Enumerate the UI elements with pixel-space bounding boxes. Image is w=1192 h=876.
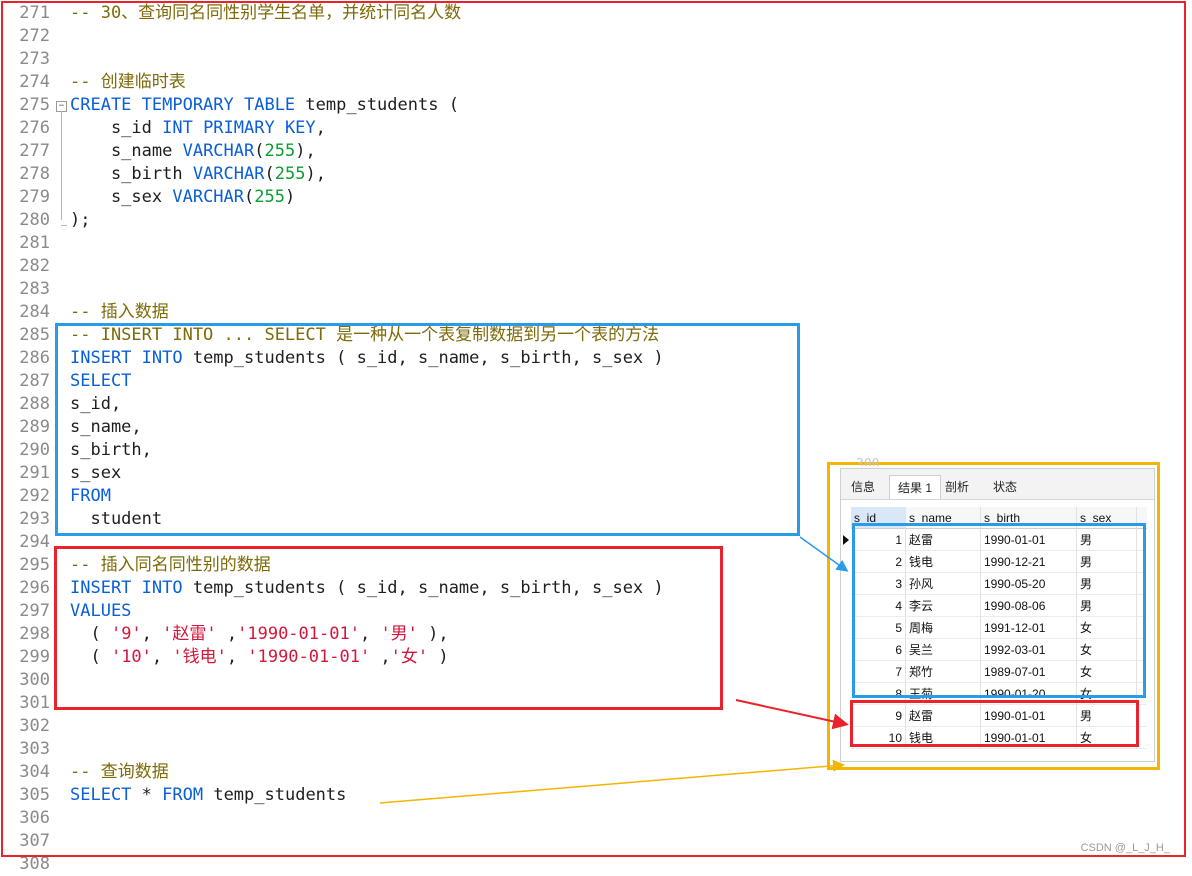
watermark: CSDN @_L_J_H_ bbox=[1080, 842, 1170, 854]
arrow-select-to-rows bbox=[799, 536, 849, 572]
annotation-arrows bbox=[379, 536, 849, 804]
arrow-insert-to-rows bbox=[735, 699, 849, 730]
arrow-query-to-results bbox=[379, 759, 845, 804]
